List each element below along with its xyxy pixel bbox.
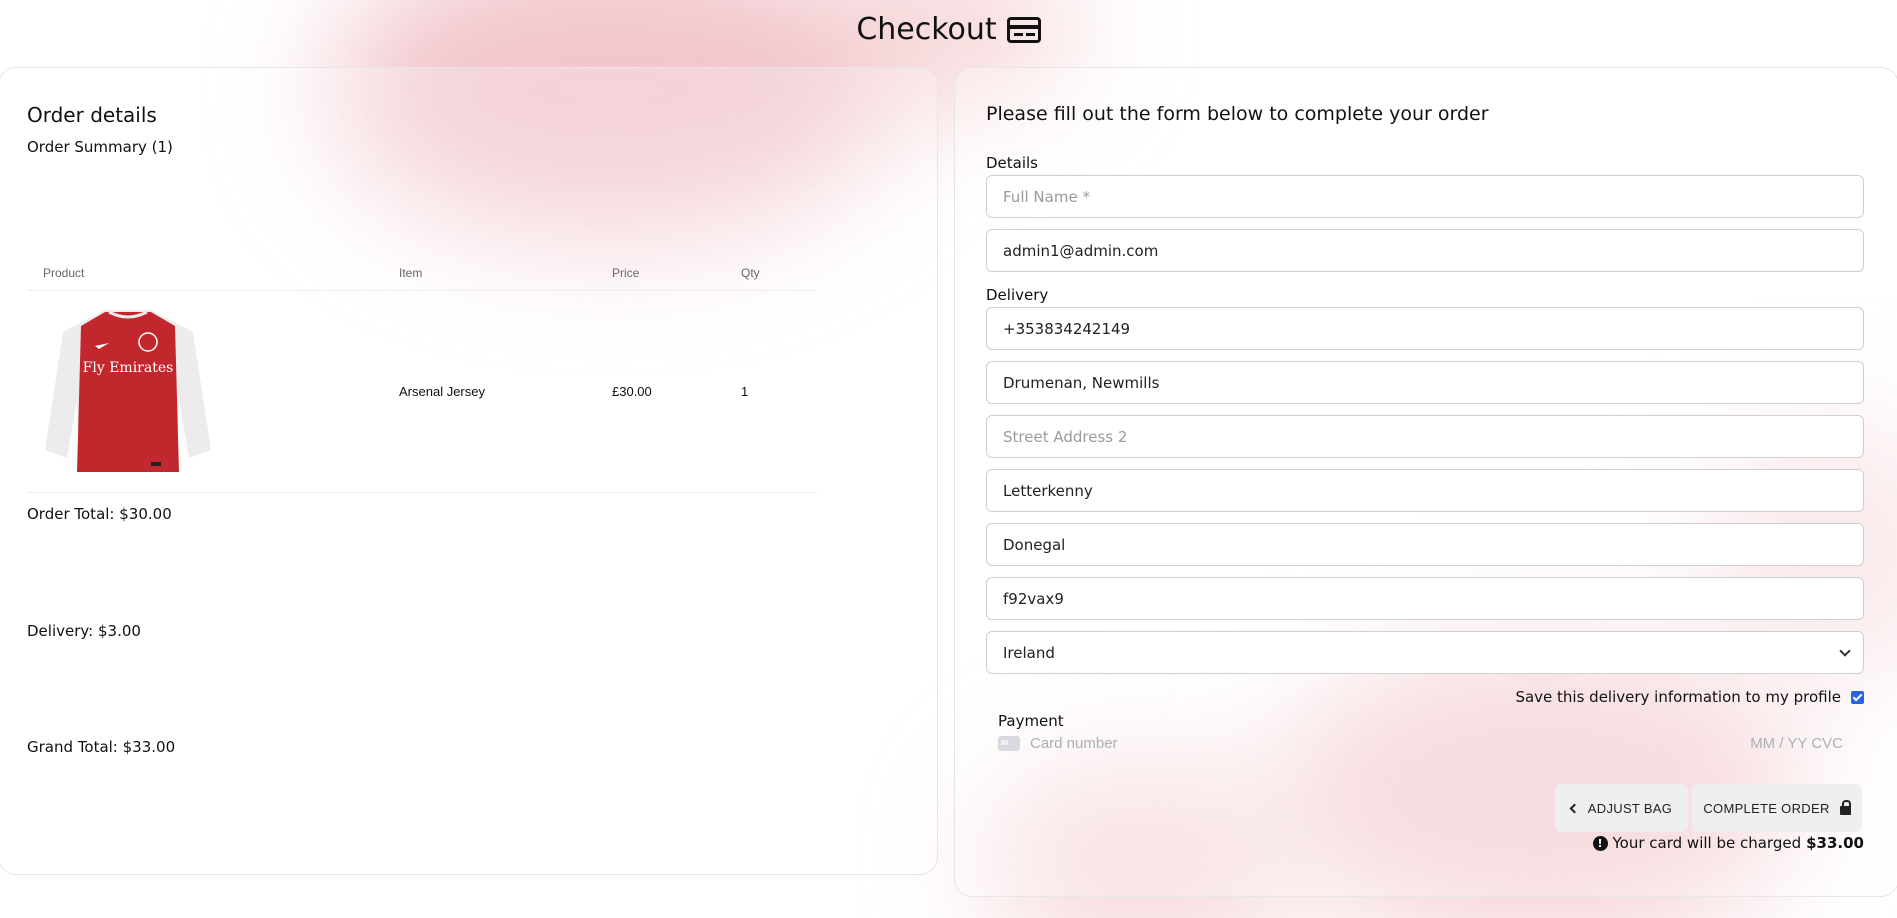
order-table: Product Item Price Qty Fly Emirates Arse…: [27, 258, 817, 493]
complete-order-button[interactable]: COMPLETE ORDER: [1692, 784, 1862, 832]
delivery-cost: Delivery: $3.00: [27, 622, 141, 640]
item-name-cell: Arsenal Jersey: [383, 290, 596, 493]
adjust-bag-button[interactable]: ADJUST BAG: [1555, 784, 1688, 832]
exclamation-circle-icon: !: [1592, 835, 1608, 851]
column-header-qty: Qty: [725, 258, 817, 291]
item-qty-cell: 1: [725, 290, 817, 493]
charge-amount: $33.00: [1806, 834, 1864, 852]
credit-card-icon: [1006, 16, 1041, 43]
details-label: Details: [986, 154, 1039, 172]
column-header-price: Price: [596, 258, 725, 291]
delivery-label: Delivery: [986, 286, 1049, 304]
expiry-cvc-placeholder: MM / YY CVC: [1750, 734, 1843, 752]
country-select[interactable]: Ireland: [986, 631, 1864, 674]
payment-label: Payment: [998, 712, 1064, 730]
county-field[interactable]: Donegal: [986, 523, 1864, 566]
grand-total: Grand Total: $33.00: [27, 738, 176, 756]
complete-order-label: COMPLETE ORDER: [1703, 800, 1830, 816]
card-number-placeholder: Card number: [1030, 734, 1118, 752]
postcode-field[interactable]: f92vax9: [986, 577, 1864, 620]
phone-field[interactable]: +353834242149: [986, 307, 1864, 350]
order-details-heading: Order details: [27, 103, 157, 127]
street-address-2-field[interactable]: Street Address 2: [986, 415, 1864, 458]
town-field[interactable]: Letterkenny: [986, 469, 1864, 512]
save-delivery-checkbox[interactable]: [1851, 690, 1864, 704]
country-select-value: Ireland: [1003, 643, 1055, 662]
page-title: Checkout: [0, 12, 1897, 47]
checkout-page: Checkout Order details Order Summary (1)…: [0, 0, 1897, 918]
card-brand-icon: [998, 735, 1020, 751]
table-row: Fly Emirates Arsenal Jersey £30.00 1: [27, 290, 817, 493]
charge-text: Your card will be charged: [1612, 834, 1802, 852]
item-price-cell: £30.00: [596, 290, 725, 493]
column-header-item: Item: [383, 258, 596, 291]
order-total: Order Total: $30.00: [27, 505, 172, 523]
email-field[interactable]: admin1@admin.com: [986, 229, 1864, 272]
card-input[interactable]: Card number MM / YY CVC: [998, 733, 1843, 753]
lock-icon: [1839, 799, 1851, 815]
save-delivery-row: Save this delivery information to my pro…: [1515, 688, 1864, 706]
save-delivery-label: Save this delivery information to my pro…: [1515, 688, 1841, 706]
charge-notice: ! Your card will be charged $33.00: [1592, 834, 1864, 852]
adjust-bag-label: ADJUST BAG: [1587, 800, 1673, 816]
street-address-1-field[interactable]: Drumenan, Newmills: [986, 361, 1864, 404]
sponsor-text-1: Fly Emirates: [83, 360, 174, 376]
page-title-text: Checkout: [856, 12, 997, 47]
order-summary-count: Order Summary (1): [27, 138, 173, 156]
chevron-left-icon: [1569, 803, 1580, 813]
full-name-field[interactable]: Full Name *: [986, 175, 1864, 218]
column-header-product: Product: [27, 258, 383, 291]
order-table-header: Product Item Price Qty: [27, 258, 817, 291]
arsenal-jersey-image: Fly Emirates: [45, 310, 211, 472]
form-heading: Please fill out the form below to comple…: [986, 103, 1489, 125]
chevron-down-icon: [1839, 645, 1851, 657]
product-image-cell: Fly Emirates: [27, 290, 383, 493]
